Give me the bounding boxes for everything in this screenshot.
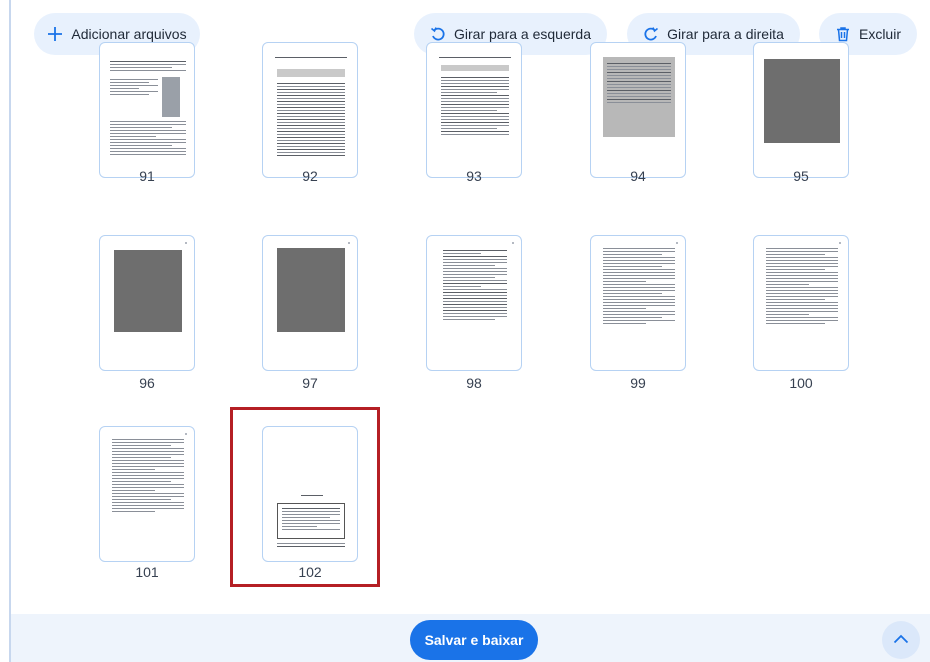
rotate-left-icon [430, 26, 446, 42]
page-number: 98 [466, 375, 482, 391]
page-thumbnail-grid: 91 92 93 94 95 96 97 98 99 100 101 102 [11, 42, 930, 614]
page-preview [262, 42, 358, 178]
page-marker [185, 242, 187, 244]
page-marker [348, 242, 350, 244]
page-preview [99, 235, 195, 371]
selected-page-highlight [230, 407, 380, 587]
page-number: 97 [302, 375, 318, 391]
page-preview [99, 42, 195, 178]
page-preview [590, 42, 686, 178]
page-organizer-panel: Adicionar arquivos Girar para a esquerda… [11, 0, 930, 662]
page-marker [839, 242, 841, 244]
scroll-to-top-button[interactable] [882, 621, 920, 659]
rotate-left-label: Girar para a esquerda [454, 26, 591, 42]
page-preview [262, 235, 358, 371]
page-number: 92 [302, 168, 318, 184]
rotate-right-label: Girar para a direita [667, 26, 784, 42]
page-number: 101 [135, 564, 159, 580]
page-number: 94 [630, 168, 646, 184]
delete-label: Excluir [858, 26, 901, 42]
page-marker [185, 433, 187, 435]
page-number: 95 [793, 168, 809, 184]
page-number: 99 [630, 375, 646, 391]
page-number: 100 [789, 375, 813, 391]
page-preview [426, 235, 522, 371]
rotate-right-icon [643, 26, 659, 42]
page-number: 93 [466, 168, 482, 184]
page-preview [753, 42, 849, 178]
page-preview [753, 235, 849, 371]
chevron-up-icon [893, 631, 909, 649]
page-number: 91 [139, 168, 155, 184]
page-number: 96 [139, 375, 155, 391]
page-marker [512, 242, 514, 244]
footer-bar: Salvar e baixar [11, 614, 930, 662]
page-marker [676, 242, 678, 244]
plus-icon [47, 26, 63, 42]
add-files-label: Adicionar arquivos [71, 26, 187, 42]
trash-icon [835, 26, 851, 42]
page-preview [590, 235, 686, 371]
page-preview [99, 426, 195, 562]
save-and-download-button[interactable]: Salvar e baixar [410, 620, 538, 660]
page-preview [426, 42, 522, 178]
